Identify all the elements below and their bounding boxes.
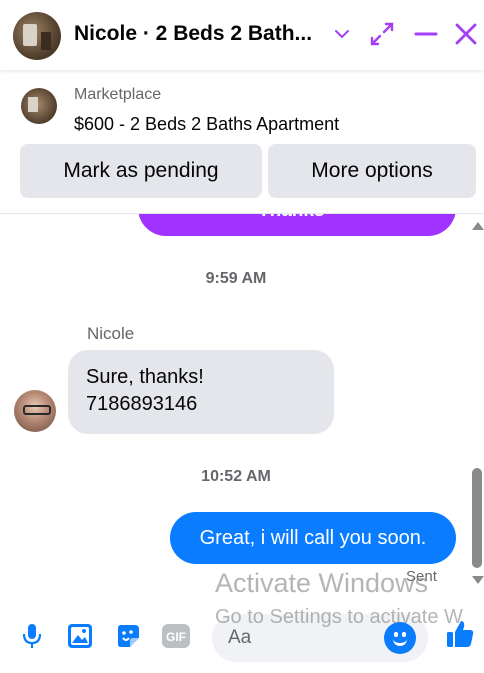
scroll-up-arrow-icon[interactable] <box>472 222 484 230</box>
sent-message-bubble[interactable]: Thanks <box>138 214 456 236</box>
image-icon[interactable] <box>64 620 96 652</box>
message-text: Sure, thanks! <box>86 366 204 388</box>
conversation-title[interactable]: Nicole · 2 Beds 2 Bath... <box>74 22 324 46</box>
sender-name: Nicole <box>87 324 135 343</box>
svg-text:GIF: GIF <box>166 630 186 644</box>
gif-icon[interactable]: GIF <box>160 620 192 652</box>
activate-windows-watermark: Activate Windows <box>215 568 429 598</box>
minimize-icon[interactable] <box>410 18 442 50</box>
message-text: 7186893146 <box>86 393 198 415</box>
minimize-expand-icon[interactable] <box>366 18 398 50</box>
listing-source: Marketplace <box>74 86 162 103</box>
message-text: Thanks <box>258 214 325 222</box>
timestamp: 9:59 AM <box>205 270 267 287</box>
listing-thumbnail[interactable] <box>21 88 57 124</box>
timestamp: 10:52 AM <box>201 468 271 485</box>
activate-windows-subtext: Go to Settings to activate W <box>215 606 463 628</box>
close-icon[interactable] <box>450 18 482 50</box>
scrollbar[interactable] <box>468 214 484 606</box>
sender-avatar[interactable] <box>14 390 56 432</box>
sent-message-bubble[interactable]: Great, i will call you soon. <box>170 512 456 564</box>
received-message-bubble[interactable]: Sure, thanks! 7186893146 <box>68 350 334 434</box>
chevron-down-icon[interactable] <box>326 18 358 50</box>
conversation-avatar[interactable] <box>13 12 61 60</box>
scroll-thumb[interactable] <box>472 468 482 568</box>
scroll-down-arrow-icon[interactable] <box>472 576 484 584</box>
message-list: Thanks 9:59 AM Nicole Sure, thanks! 7186… <box>0 214 484 606</box>
mark-as-pending-button[interactable]: Mark as pending <box>20 144 262 198</box>
chat-header: Nicole · 2 Beds 2 Bath... <box>0 0 484 70</box>
more-options-button[interactable]: More options <box>268 144 476 198</box>
listing-title[interactable]: $600 - 2 Beds 2 Baths Apartment <box>74 114 339 135</box>
sticker-icon[interactable] <box>112 620 144 652</box>
marketplace-listing-card: Marketplace $600 - 2 Beds 2 Baths Apartm… <box>0 70 484 214</box>
microphone-icon[interactable] <box>16 620 48 652</box>
